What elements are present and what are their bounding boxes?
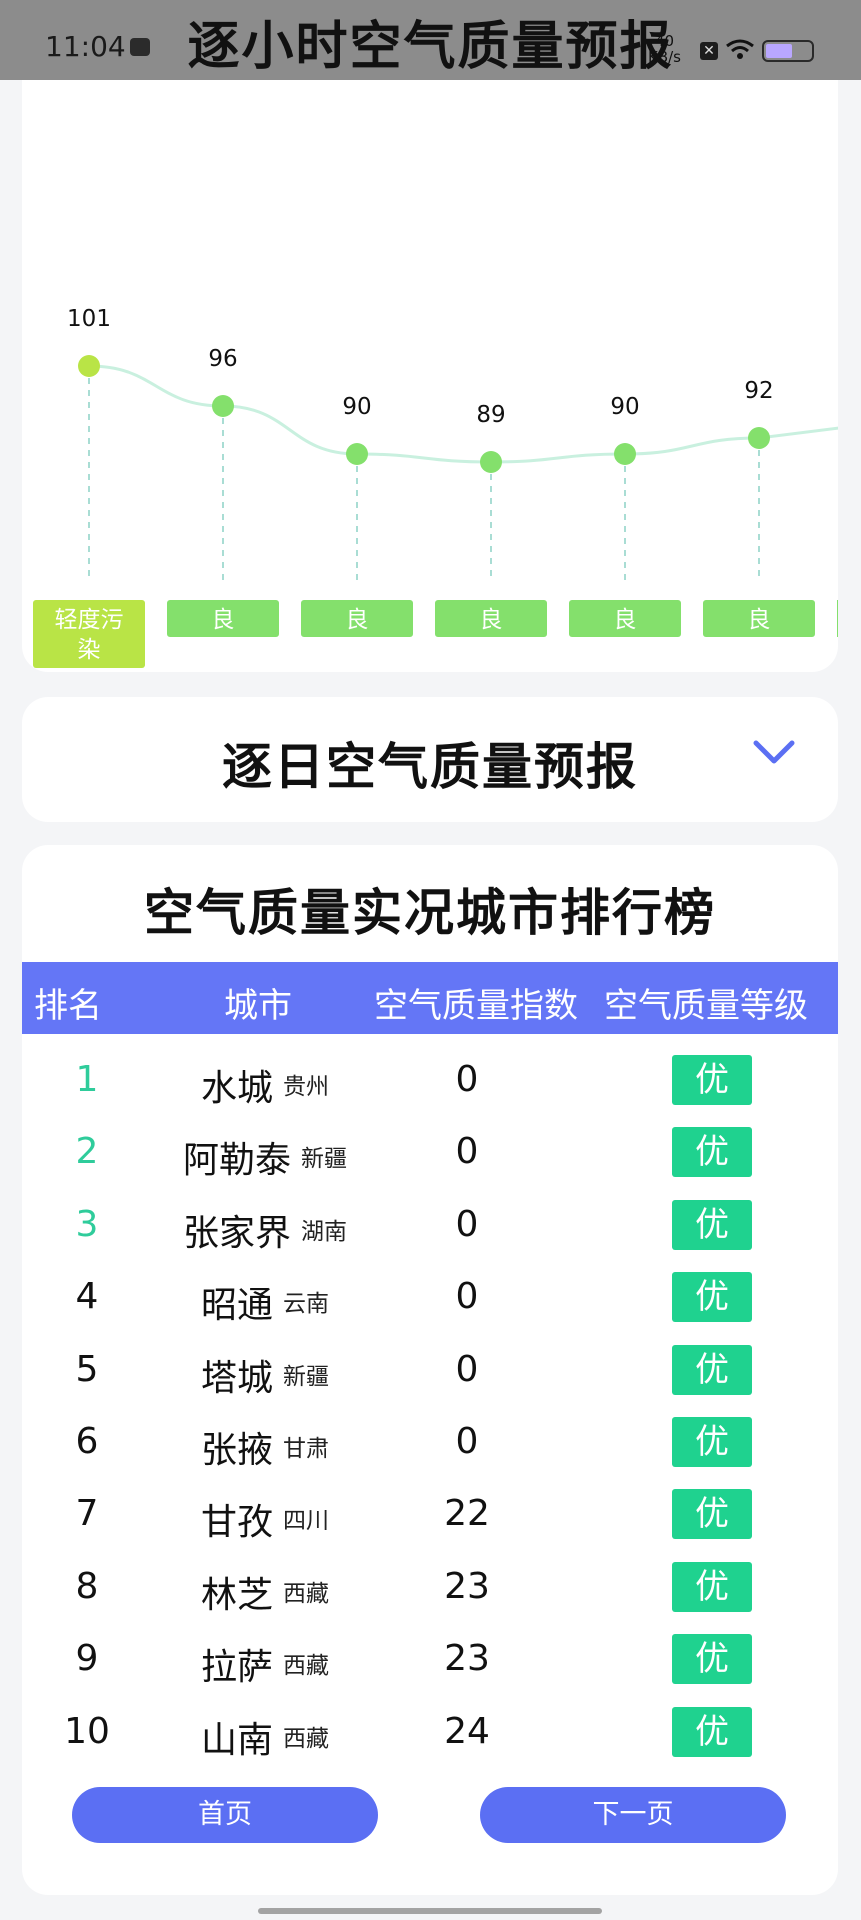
table-row[interactable]: 5 塔城 新疆 0 优 xyxy=(22,1335,838,1407)
level-badge: 优 xyxy=(672,1634,752,1685)
aqi-value-label: 96 xyxy=(208,346,237,372)
level-badge: 优 xyxy=(672,1706,752,1757)
city-name: 拉萨 xyxy=(200,1647,273,1689)
network-speed: 40 KB/s xyxy=(648,33,681,65)
province-name: 甘肃 xyxy=(283,1436,329,1462)
level-label: 良 xyxy=(614,607,637,633)
daily-forecast-card[interactable]: 逐日空气质量预报 xyxy=(22,697,838,822)
level-badge: 优 xyxy=(672,1344,752,1395)
table-row[interactable]: 9 拉萨 西藏 23 优 xyxy=(22,1624,838,1696)
aqi-value: 23 xyxy=(444,1565,490,1607)
header-level: 空气质量等级 xyxy=(604,986,808,1026)
header-aqi: 空气质量指数 xyxy=(374,986,578,1026)
province-name: 四川 xyxy=(283,1508,329,1535)
city-name: 林芝 xyxy=(200,1574,273,1616)
status-bar: 11:04 逐小时空气质量预报 40 KB/s ✕ xyxy=(0,0,861,80)
daily-forecast-title: 逐日空气质量预报 xyxy=(222,738,638,796)
aqi-value-label: 92 xyxy=(744,378,773,404)
province-name: 西藏 xyxy=(283,1725,329,1752)
aqi-value-label: 90 xyxy=(342,394,371,420)
aqi-point[interactable] xyxy=(614,443,636,465)
city-name: 甘孜 xyxy=(200,1502,273,1544)
aqi-value: 22 xyxy=(444,1493,490,1535)
level-label: 良 xyxy=(480,607,503,633)
hourly-forecast-card: 101 轻度污染 96 良 90 良 89 良 90 良 92 良 xyxy=(22,40,843,672)
table-row[interactable]: 2 阿勒泰 新疆 0 优 xyxy=(22,1117,838,1189)
level-label: 轻度污 xyxy=(55,607,124,633)
level-badge: 优 xyxy=(672,1561,752,1612)
level-badge-partial xyxy=(837,600,843,637)
province-name: 西藏 xyxy=(283,1580,329,1607)
province-name: 西藏 xyxy=(283,1653,329,1680)
aqi-value-label: 89 xyxy=(476,402,505,428)
close-box-icon: ✕ xyxy=(700,42,718,60)
header-city: 城市 xyxy=(224,986,292,1026)
aqi-value: 0 xyxy=(455,1421,479,1462)
ranking-title: 空气质量实况城市排行榜 xyxy=(144,884,716,942)
aqi-value-label: 101 xyxy=(67,306,111,332)
aqi-point[interactable] xyxy=(480,451,502,473)
aqi-value: 0 xyxy=(455,1203,479,1245)
level-badge: 优 xyxy=(672,1489,752,1540)
level-badge: 优 xyxy=(672,1417,752,1467)
level-label: 良 xyxy=(346,607,369,633)
aqi-value: 0 xyxy=(455,1131,479,1173)
network-speed-value: 40 xyxy=(654,32,675,50)
level-label: 良 xyxy=(212,607,235,633)
battery-icon xyxy=(762,40,814,62)
city-name: 塔城 xyxy=(200,1357,273,1399)
province-name: 新疆 xyxy=(301,1146,347,1173)
table-row[interactable]: 8 林芝 西藏 23 优 xyxy=(22,1552,838,1624)
province-name: 云南 xyxy=(283,1291,329,1318)
province-name: 贵州 xyxy=(283,1074,329,1100)
header-rank: 排名 xyxy=(34,986,102,1026)
home-indicator[interactable] xyxy=(258,1908,602,1914)
aqi-value: 0 xyxy=(455,1348,479,1390)
chevron-down-icon[interactable] xyxy=(752,737,796,767)
city-name: 山南 xyxy=(200,1719,273,1761)
aqi-value: 0 xyxy=(455,1276,479,1318)
city-name: 阿勒泰 xyxy=(182,1140,291,1182)
first-page-button[interactable]: 首页 xyxy=(72,1787,378,1843)
aqi-point[interactable] xyxy=(78,355,100,377)
ranking-table-header: 排名 城市 空气质量指数 空气质量等级 xyxy=(22,962,838,1034)
city-name: 昭通 xyxy=(200,1285,273,1327)
level-badge: 优 xyxy=(672,1055,752,1105)
wifi-icon xyxy=(726,39,754,59)
city-ranking-card: 空气质量实况城市排行榜 排名 城市 空气质量指数 空气质量等级 1 水城 贵州 0 优 2… xyxy=(22,845,838,1895)
table-row[interactable]: 1 水城 贵州 0 优 xyxy=(22,1045,838,1117)
aqi-value: 23 xyxy=(444,1638,490,1680)
table-row[interactable]: 10 山南 西藏 24 优 xyxy=(22,1697,838,1769)
table-row[interactable]: 3 张家界 湖南 0 优 xyxy=(22,1190,838,1262)
table-row[interactable]: 4 昭通 云南 0 优 xyxy=(22,1262,838,1334)
next-page-button[interactable]: 下一页 xyxy=(480,1787,786,1843)
aqi-value: 0 xyxy=(455,1059,479,1100)
province-name: 新疆 xyxy=(283,1363,329,1390)
table-row[interactable]: 7 甘孜 四川 22 优 xyxy=(22,1479,838,1551)
level-badge: 优 xyxy=(672,1199,752,1250)
level-badge: 优 xyxy=(672,1272,752,1323)
network-speed-unit: KB/s xyxy=(648,48,681,66)
city-name: 张家界 xyxy=(182,1212,291,1254)
level-label: 染 xyxy=(78,637,101,663)
province-name: 湖南 xyxy=(301,1218,347,1245)
aqi-point[interactable] xyxy=(212,395,234,417)
city-name: 水城 xyxy=(200,1068,273,1109)
aqi-value-label: 90 xyxy=(610,394,639,420)
table-row[interactable]: 6 张掖 甘肃 0 优 xyxy=(22,1407,838,1479)
trend-line xyxy=(88,364,840,464)
level-label: 良 xyxy=(748,607,771,633)
aqi-point[interactable] xyxy=(346,443,368,465)
hourly-aqi-chart[interactable]: 101 轻度污染 96 良 90 良 89 良 90 良 92 良 xyxy=(22,40,843,672)
aqi-point[interactable] xyxy=(748,427,770,449)
aqi-value: 24 xyxy=(444,1710,490,1752)
city-name: 张掖 xyxy=(200,1430,273,1471)
level-badge: 优 xyxy=(672,1127,752,1178)
